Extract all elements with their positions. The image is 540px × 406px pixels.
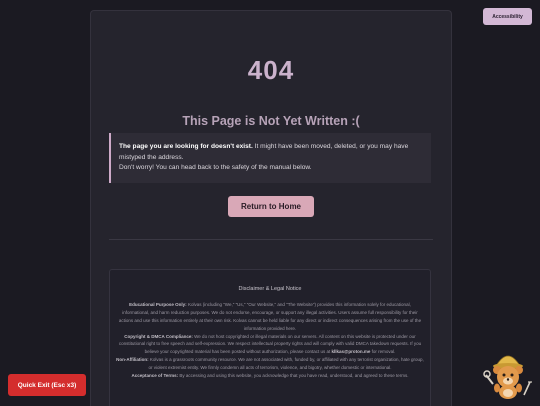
section-divider	[109, 239, 433, 240]
error-code: 404	[247, 55, 295, 85]
non-affiliation-paragraph: Non-Affiliation: Kolvas is a grassroots …	[116, 356, 424, 372]
notice-callout: The page you are looking for doesn't exi…	[109, 133, 431, 183]
contact-email[interactable]: kllkas@proton.me	[331, 349, 370, 354]
return-home-button[interactable]: Return to Home	[228, 196, 314, 217]
copyright-paragraph: Copyright & DMCA Compliance: We do not h…	[116, 333, 424, 357]
notice-reassurance: Don't worry! You can head back to the sa…	[119, 164, 312, 172]
page-title: This Page is Not Yet Written :(	[182, 114, 360, 128]
terms-paragraph: Acceptance of Terms: By accessing and us…	[116, 372, 424, 380]
mascot-bear-icon[interactable]	[482, 348, 534, 400]
educational-purpose-paragraph: Educational Purpose Only: Kolvas (includ…	[116, 301, 424, 333]
notice-bold-text: The page you are looking for doesn't exi…	[119, 143, 253, 150]
legal-disclaimer: Disclaimer & Legal Notice Educational Pu…	[109, 269, 431, 406]
educational-purpose-label: Educational Purpose Only:	[129, 301, 187, 307]
mascot-graphic	[483, 355, 532, 399]
terms-text: By accessing and using this website, you…	[178, 373, 409, 379]
copyright-text-end: for removal.	[370, 349, 396, 355]
non-affiliation-text: Kolvas is a grassroots community resourc…	[148, 357, 424, 371]
accessibility-button[interactable]: Accessibility	[483, 8, 532, 25]
quick-exit-button[interactable]: Quick Exit (Esc x3)	[8, 374, 86, 396]
disclaimer-heading: Disclaimer & Legal Notice	[238, 286, 302, 292]
terms-label: Acceptance of Terms:	[131, 373, 179, 379]
main-panel: 404 This Page is Not Yet Written :( The …	[90, 10, 452, 406]
copyright-label: Copyright & DMCA Compliance:	[124, 333, 193, 339]
non-affiliation-label: Non-Affiliation:	[116, 357, 149, 363]
